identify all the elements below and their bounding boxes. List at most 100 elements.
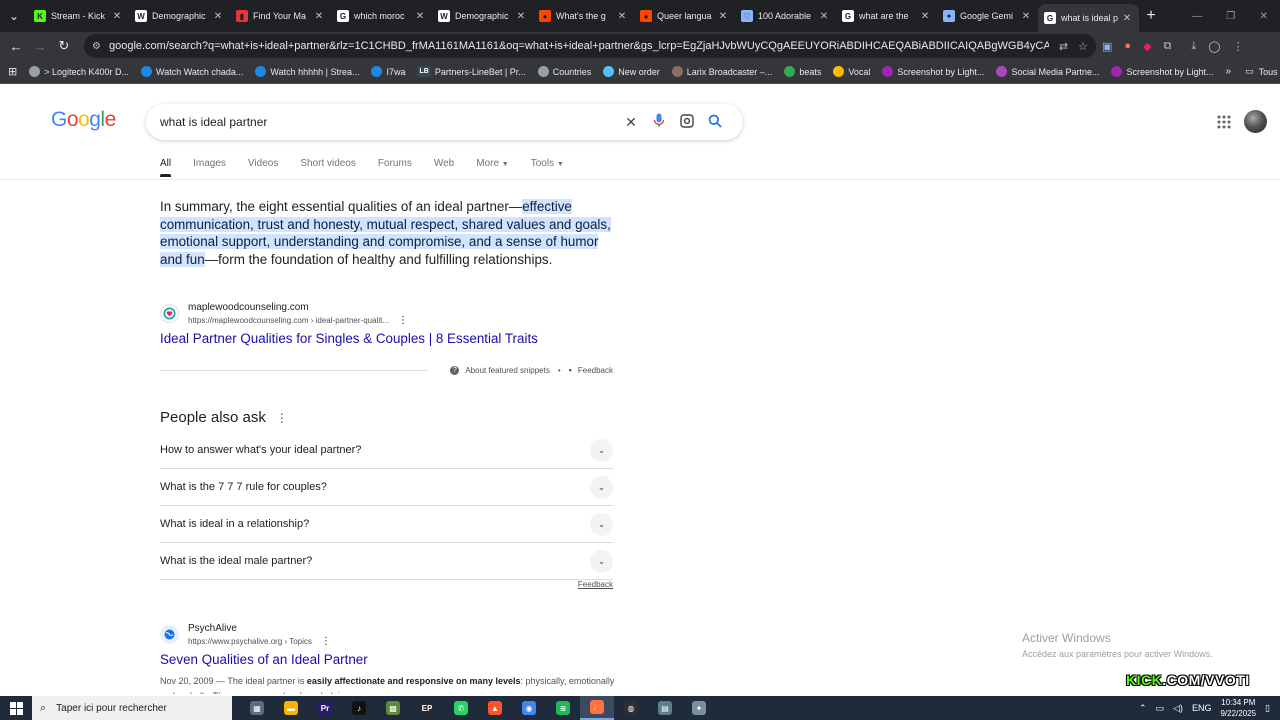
tab-close-icon[interactable]: ✕ bbox=[616, 11, 628, 22]
bookmark-item[interactable]: Screenshot by Light... bbox=[882, 66, 984, 77]
site-info-icon[interactable]: ⚙ bbox=[92, 41, 101, 52]
paa-feedback-link[interactable]: Feedback bbox=[160, 580, 613, 589]
browser-tab[interactable]: Gwhat are the ✕ bbox=[836, 0, 937, 32]
browser-tab[interactable]: Gwhich moroc ✕ bbox=[331, 0, 432, 32]
bookmark-item[interactable]: I7wa bbox=[371, 66, 405, 77]
browser-tab[interactable]: ● What's the g ✕ bbox=[533, 0, 634, 32]
bookmark-item[interactable]: Vocal bbox=[833, 66, 870, 77]
restore-icon[interactable]: ❐ bbox=[1226, 11, 1235, 22]
taskbar-app-calculator[interactable]: ▤ bbox=[648, 696, 682, 720]
all-bookmarks-folder[interactable]: ▭ Tous les favoris bbox=[1245, 66, 1280, 77]
close-window-icon[interactable]: ✕ bbox=[1259, 11, 1267, 22]
browser-tab[interactable]: ● Queer langua ✕ bbox=[634, 0, 735, 32]
new-tab-button[interactable]: + bbox=[1139, 7, 1163, 25]
taskbar-app-brave[interactable]: ▲ bbox=[478, 696, 512, 720]
apps-grid-icon[interactable]: ⊞ bbox=[8, 65, 17, 78]
profile-icon[interactable]: ◯ bbox=[1208, 40, 1220, 53]
tab-forums[interactable]: Forums bbox=[378, 158, 412, 177]
network-icon[interactable]: ▭ bbox=[1156, 703, 1165, 714]
forward-icon[interactable]: → bbox=[28, 39, 52, 54]
windows-start-icon[interactable] bbox=[0, 696, 32, 720]
search-icon[interactable] bbox=[701, 114, 729, 131]
bookmark-item[interactable]: Watch hhhhh | Strea... bbox=[255, 66, 359, 77]
tab-search-icon[interactable]: ⌄ bbox=[0, 0, 28, 32]
download-icon[interactable]: ⤓ bbox=[1191, 40, 1196, 53]
bookmark-item[interactable]: New order bbox=[603, 66, 660, 77]
chevron-down-icon[interactable]: ⌄ bbox=[590, 475, 613, 499]
snippet-feedback[interactable]: ▪ Feedback bbox=[569, 365, 613, 375]
lens-icon[interactable] bbox=[673, 113, 701, 131]
extension-icon-3[interactable]: ◆ bbox=[1143, 40, 1151, 53]
featured-source[interactable]: maplewoodcounseling.com https://maplewoo… bbox=[160, 302, 408, 326]
taskbar-app-minecraft[interactable]: ▩ bbox=[376, 696, 410, 720]
tab-images[interactable]: Images bbox=[193, 158, 226, 177]
menu-dots-icon[interactable]: ⋮ bbox=[1233, 40, 1244, 53]
url-text[interactable]: google.com/search?q=what+is+ideal+partne… bbox=[109, 40, 1049, 52]
browser-tab[interactable]: W Demographic ✕ bbox=[432, 0, 533, 32]
taskbar-app-epic-games[interactable]: EP bbox=[410, 696, 444, 720]
back-icon[interactable]: ← bbox=[4, 39, 28, 54]
bookmarks-more-icon[interactable]: » bbox=[1226, 66, 1232, 77]
google-logo[interactable]: Google bbox=[51, 108, 116, 132]
paa-question[interactable]: What is the ideal male partner? ⌄ bbox=[160, 543, 613, 580]
chevron-down-icon[interactable]: ⌄ bbox=[590, 438, 613, 462]
taskbar-search[interactable]: ⌕ Taper ici pour rechercher bbox=[32, 696, 232, 720]
reload-icon[interactable]: ↻ bbox=[52, 38, 76, 54]
tab-tools[interactable]: Tools ▼ bbox=[531, 158, 564, 177]
browser-tab[interactable]: ▮ Find Your Ma ✕ bbox=[230, 0, 331, 32]
tab-short-videos[interactable]: Short videos bbox=[300, 158, 356, 177]
paa-question[interactable]: What is ideal in a relationship? ⌄ bbox=[160, 506, 613, 543]
bookmark-star-icon[interactable]: ☆ bbox=[1078, 40, 1088, 53]
chevron-down-icon[interactable]: ⌄ bbox=[590, 512, 613, 536]
browser-tab[interactable]: W Demographic ✕ bbox=[129, 0, 230, 32]
address-bar[interactable]: ⚙ google.com/search?q=what+is+ideal+part… bbox=[84, 34, 1096, 58]
chevron-down-icon[interactable]: ⌄ bbox=[590, 549, 613, 573]
tab-close-icon[interactable]: ✕ bbox=[717, 11, 729, 22]
taskbar-app-other-app[interactable]: ✦ bbox=[682, 696, 716, 720]
browser-tab[interactable]: Gwhat is ideal p ✕ bbox=[1038, 4, 1139, 32]
taskbar-app-premiere[interactable]: Pr bbox=[308, 696, 342, 720]
tab-close-icon[interactable]: ✕ bbox=[313, 11, 325, 22]
google-apps-icon[interactable] bbox=[1217, 115, 1231, 129]
browser-tab[interactable]: ✦ Google Gemi ✕ bbox=[937, 0, 1038, 32]
taskbar-app-chrome[interactable]: ◉ bbox=[512, 696, 546, 720]
tab-more[interactable]: More ▼ bbox=[476, 158, 509, 177]
tab-close-icon[interactable]: ✕ bbox=[818, 11, 830, 22]
result2-title[interactable]: Seven Qualities of an Ideal Partner bbox=[160, 652, 368, 667]
browser-tab[interactable]: ♡ 100 Adorable ✕ bbox=[735, 0, 836, 32]
account-avatar[interactable] bbox=[1244, 110, 1267, 133]
bookmark-item[interactable]: Watch Watch chada... bbox=[141, 66, 243, 77]
volume-icon[interactable]: ◁) bbox=[1173, 703, 1183, 714]
voice-search-icon[interactable] bbox=[645, 113, 673, 131]
paa-options-icon[interactable]: ⋮ bbox=[276, 411, 288, 425]
result-options-icon[interactable]: ⋮ bbox=[321, 636, 331, 647]
minimize-icon[interactable]: — bbox=[1192, 11, 1202, 22]
tab-close-icon[interactable]: ✕ bbox=[1020, 11, 1032, 22]
extension-icon-2[interactable]: ● bbox=[1124, 40, 1131, 52]
tab-close-icon[interactable]: ✕ bbox=[1121, 13, 1133, 24]
bookmark-item[interactable]: Countries bbox=[537, 66, 591, 77]
search-input[interactable] bbox=[160, 115, 617, 129]
tab-close-icon[interactable]: ✕ bbox=[515, 11, 527, 22]
featured-result-title[interactable]: Ideal Partner Qualities for Singles & Co… bbox=[160, 331, 538, 346]
translate-icon[interactable]: ⇄ bbox=[1059, 40, 1068, 53]
taskbar-app-microphone[interactable]: ♩ bbox=[580, 696, 614, 720]
about-featured-snippets[interactable]: ? About featured snippets bbox=[450, 365, 550, 375]
tab-close-icon[interactable]: ✕ bbox=[111, 11, 123, 22]
tray-chevron-icon[interactable]: ⌃ bbox=[1139, 703, 1147, 714]
language-indicator[interactable]: ENG bbox=[1192, 703, 1212, 713]
clear-icon[interactable]: ✕ bbox=[617, 114, 645, 131]
taskbar-app-spotify[interactable]: ≋ bbox=[546, 696, 580, 720]
tab-close-icon[interactable]: ✕ bbox=[414, 11, 426, 22]
result2-source[interactable]: PsychAlive https://www.psychalive.org › … bbox=[160, 623, 331, 647]
extensions-puzzle-icon[interactable]: ⧉ bbox=[1164, 40, 1172, 53]
extension-icon-1[interactable]: ▣ bbox=[1102, 40, 1112, 53]
bookmark-item[interactable]: LB Partners-LineBet | Pr... bbox=[417, 66, 526, 77]
notification-icon[interactable]: ▯ bbox=[1265, 703, 1270, 714]
taskbar-app-whatsapp[interactable]: ✆ bbox=[444, 696, 478, 720]
tab-close-icon[interactable]: ✕ bbox=[212, 11, 224, 22]
tab-close-icon[interactable]: ✕ bbox=[919, 11, 931, 22]
bookmark-item[interactable]: beats bbox=[784, 66, 821, 77]
paa-question[interactable]: What is the 7 7 7 rule for couples? ⌄ bbox=[160, 469, 613, 506]
tab-all[interactable]: All bbox=[160, 158, 172, 177]
